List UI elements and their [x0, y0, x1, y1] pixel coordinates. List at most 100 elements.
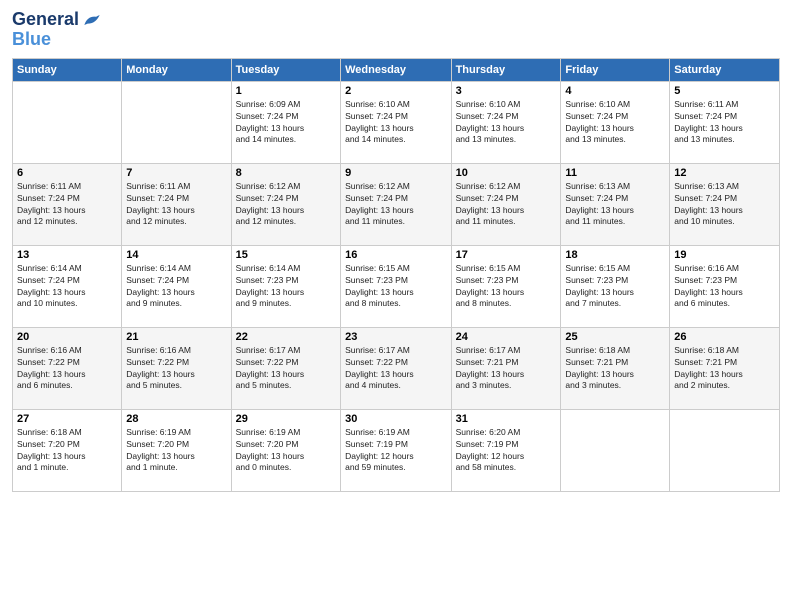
day-info: Sunrise: 6:17 AMSunset: 7:22 PMDaylight:… [345, 345, 446, 393]
day-number: 3 [456, 85, 557, 97]
day-info: Sunrise: 6:12 AMSunset: 7:24 PMDaylight:… [236, 181, 336, 229]
day-number: 23 [345, 331, 446, 343]
calendar-cell: 18 Sunrise: 6:15 AMSunset: 7:23 PMDayligh… [561, 245, 670, 327]
day-number: 28 [126, 413, 226, 425]
day-info: Sunrise: 6:15 AMSunset: 7:23 PMDaylight:… [345, 263, 446, 311]
day-number: 29 [236, 413, 336, 425]
day-number: 30 [345, 413, 446, 425]
header-monday: Monday [122, 58, 231, 81]
calendar-cell: 30 Sunrise: 6:19 AMSunset: 7:19 PMDayligh… [341, 409, 451, 491]
day-number: 7 [126, 167, 226, 179]
day-info: Sunrise: 6:11 AMSunset: 7:24 PMDaylight:… [126, 181, 226, 229]
page: General Blue SundayMondayTuesdayWednesda… [0, 0, 792, 612]
calendar-cell: 2 Sunrise: 6:10 AMSunset: 7:24 PMDaylight… [341, 81, 451, 163]
day-info: Sunrise: 6:19 AMSunset: 7:19 PMDaylight:… [345, 427, 446, 475]
day-info: Sunrise: 6:14 AMSunset: 7:24 PMDaylight:… [126, 263, 226, 311]
day-info: Sunrise: 6:15 AMSunset: 7:23 PMDaylight:… [565, 263, 665, 311]
day-number: 8 [236, 167, 336, 179]
day-info: Sunrise: 6:19 AMSunset: 7:20 PMDaylight:… [236, 427, 336, 475]
calendar-cell: 10 Sunrise: 6:12 AMSunset: 7:24 PMDayligh… [451, 163, 561, 245]
day-info: Sunrise: 6:11 AMSunset: 7:24 PMDaylight:… [674, 99, 775, 147]
calendar-cell: 9 Sunrise: 6:12 AMSunset: 7:24 PMDaylight… [341, 163, 451, 245]
calendar-cell: 14 Sunrise: 6:14 AMSunset: 7:24 PMDayligh… [122, 245, 231, 327]
day-number: 12 [674, 167, 775, 179]
calendar-cell: 20 Sunrise: 6:16 AMSunset: 7:22 PMDayligh… [13, 327, 122, 409]
calendar-cell: 3 Sunrise: 6:10 AMSunset: 7:24 PMDaylight… [451, 81, 561, 163]
logo-text-blue: Blue [12, 30, 101, 50]
day-number: 18 [565, 249, 665, 261]
calendar-cell: 13 Sunrise: 6:14 AMSunset: 7:24 PMDayligh… [13, 245, 122, 327]
calendar-header-row: SundayMondayTuesdayWednesdayThursdayFrid… [13, 58, 780, 81]
calendar-cell: 25Sunrise: 6:18 AMSunset: 7:21 PMDayligh… [561, 327, 670, 409]
calendar: SundayMondayTuesdayWednesdayThursdayFrid… [12, 58, 780, 492]
calendar-week-4: 27Sunrise: 6:18 AMSunset: 7:20 PMDayligh… [13, 409, 780, 491]
calendar-cell: 19 Sunrise: 6:16 AMSunset: 7:23 PMDayligh… [670, 245, 780, 327]
day-number: 27 [17, 413, 117, 425]
calendar-cell [561, 409, 670, 491]
logo: General Blue [12, 10, 101, 50]
day-number: 21 [126, 331, 226, 343]
day-info: Sunrise: 6:16 AMSunset: 7:23 PMDaylight:… [674, 263, 775, 311]
calendar-cell: 1Sunrise: 6:09 AMSunset: 7:24 PMDaylight… [231, 81, 340, 163]
header-tuesday: Tuesday [231, 58, 340, 81]
header-sunday: Sunday [13, 58, 122, 81]
calendar-cell: 23 Sunrise: 6:17 AMSunset: 7:22 PMDayligh… [341, 327, 451, 409]
calendar-cell: 8 Sunrise: 6:12 AMSunset: 7:24 PMDaylight… [231, 163, 340, 245]
calendar-week-3: 20 Sunrise: 6:16 AMSunset: 7:22 PMDayligh… [13, 327, 780, 409]
day-info: Sunrise: 6:12 AMSunset: 7:24 PMDaylight:… [345, 181, 446, 229]
calendar-cell: 4 Sunrise: 6:10 AMSunset: 7:24 PMDaylight… [561, 81, 670, 163]
header-wednesday: Wednesday [341, 58, 451, 81]
day-number: 19 [674, 249, 775, 261]
day-info: Sunrise: 6:10 AMSunset: 7:24 PMDaylight:… [345, 99, 446, 147]
logo-bird-icon [81, 10, 101, 30]
calendar-cell: 24 Sunrise: 6:17 AMSunset: 7:21 PMDayligh… [451, 327, 561, 409]
logo-text-general: General [12, 10, 79, 30]
calendar-cell: 21Sunrise: 6:16 AMSunset: 7:22 PMDayligh… [122, 327, 231, 409]
day-number: 10 [456, 167, 557, 179]
day-info: Sunrise: 6:15 AMSunset: 7:23 PMDaylight:… [456, 263, 557, 311]
day-number: 9 [345, 167, 446, 179]
calendar-cell: 16 Sunrise: 6:15 AMSunset: 7:23 PMDayligh… [341, 245, 451, 327]
day-info: Sunrise: 6:18 AMSunset: 7:21 PMDaylight:… [565, 345, 665, 393]
calendar-week-0: 1Sunrise: 6:09 AMSunset: 7:24 PMDaylight… [13, 81, 780, 163]
day-info: Sunrise: 6:17 AMSunset: 7:21 PMDaylight:… [456, 345, 557, 393]
calendar-cell [122, 81, 231, 163]
calendar-cell: 27Sunrise: 6:18 AMSunset: 7:20 PMDayligh… [13, 409, 122, 491]
calendar-cell: 15Sunrise: 6:14 AMSunset: 7:23 PMDayligh… [231, 245, 340, 327]
day-number: 1 [236, 85, 336, 97]
day-number: 31 [456, 413, 557, 425]
day-info: Sunrise: 6:10 AMSunset: 7:24 PMDaylight:… [565, 99, 665, 147]
day-number: 14 [126, 249, 226, 261]
calendar-cell: 11 Sunrise: 6:13 AMSunset: 7:24 PMDayligh… [561, 163, 670, 245]
day-number: 4 [565, 85, 665, 97]
calendar-cell: 26Sunrise: 6:18 AMSunset: 7:21 PMDayligh… [670, 327, 780, 409]
day-number: 26 [674, 331, 775, 343]
calendar-cell [670, 409, 780, 491]
day-info: Sunrise: 6:17 AMSunset: 7:22 PMDaylight:… [236, 345, 336, 393]
day-info: Sunrise: 6:13 AMSunset: 7:24 PMDaylight:… [565, 181, 665, 229]
day-info: Sunrise: 6:10 AMSunset: 7:24 PMDaylight:… [456, 99, 557, 147]
calendar-cell: 17Sunrise: 6:15 AMSunset: 7:23 PMDayligh… [451, 245, 561, 327]
calendar-cell: 7 Sunrise: 6:11 AMSunset: 7:24 PMDaylight… [122, 163, 231, 245]
calendar-cell: 31 Sunrise: 6:20 AMSunset: 7:19 PMDayligh… [451, 409, 561, 491]
calendar-cell: 29 Sunrise: 6:19 AMSunset: 7:20 PMDayligh… [231, 409, 340, 491]
header-thursday: Thursday [451, 58, 561, 81]
day-number: 2 [345, 85, 446, 97]
day-info: Sunrise: 6:20 AMSunset: 7:19 PMDaylight:… [456, 427, 557, 475]
header-saturday: Saturday [670, 58, 780, 81]
day-number: 24 [456, 331, 557, 343]
day-info: Sunrise: 6:12 AMSunset: 7:24 PMDaylight:… [456, 181, 557, 229]
calendar-cell: 12 Sunrise: 6:13 AMSunset: 7:24 PMDayligh… [670, 163, 780, 245]
day-number: 11 [565, 167, 665, 179]
day-number: 20 [17, 331, 117, 343]
header-friday: Friday [561, 58, 670, 81]
day-info: Sunrise: 6:14 AMSunset: 7:24 PMDaylight:… [17, 263, 117, 311]
day-info: Sunrise: 6:16 AMSunset: 7:22 PMDaylight:… [17, 345, 117, 393]
day-number: 13 [17, 249, 117, 261]
day-info: Sunrise: 6:11 AMSunset: 7:24 PMDaylight:… [17, 181, 117, 229]
day-info: Sunrise: 6:13 AMSunset: 7:24 PMDaylight:… [674, 181, 775, 229]
header: General Blue [12, 10, 780, 50]
calendar-week-1: 6Sunrise: 6:11 AMSunset: 7:24 PMDaylight… [13, 163, 780, 245]
day-number: 15 [236, 249, 336, 261]
day-number: 16 [345, 249, 446, 261]
